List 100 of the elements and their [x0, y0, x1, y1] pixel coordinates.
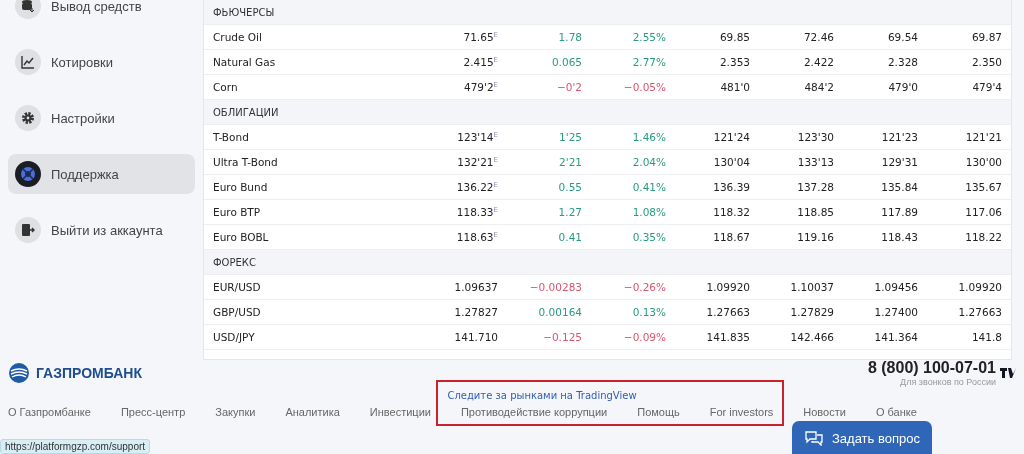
table-cell: 118.43 — [843, 224, 927, 250]
symbol-cell[interactable]: T-Bond — [204, 124, 423, 150]
footer-link[interactable]: О Газпромбанке — [8, 406, 91, 418]
table-cell: 479'2$^{E}$ — [423, 74, 507, 100]
phone-number[interactable]: 8 (800) 100-07-01 — [867, 359, 996, 376]
table-cell: 1.10037 — [759, 274, 843, 300]
section-header: ФЬЮЧЕРСЫ — [204, 0, 1011, 25]
table-cell: −0.125 — [507, 324, 591, 350]
footer-link[interactable]: Противодействие коррупции — [460, 406, 608, 418]
table-cell: 117.06 — [927, 199, 1011, 225]
symbol-cell[interactable]: Euro Bund — [204, 174, 423, 200]
sidebar-item[interactable]: Котировки — [8, 42, 195, 82]
symbol-cell[interactable]: Euro BOBL — [204, 224, 423, 250]
table-cell: 1.09920 — [675, 274, 759, 300]
table-cell: 69.54 — [843, 24, 927, 50]
table-cell: 117.89 — [843, 199, 927, 225]
table-cell: 1.27663 — [675, 299, 759, 325]
table-cell: 1.27400 — [843, 299, 927, 325]
table-cell: 119.16 — [759, 224, 843, 250]
table-cell: 118.22 — [927, 224, 1011, 250]
table-cell: 1'25 — [507, 124, 591, 150]
table-cell: 1.08% — [591, 199, 675, 225]
table-cell: 141.364 — [843, 324, 927, 350]
table-cell: 0.35% — [591, 224, 675, 250]
table-cell: 1.27827 — [423, 299, 507, 325]
symbol-cell[interactable]: Crude Oil — [204, 24, 423, 50]
table-cell: 141.710 — [423, 324, 507, 350]
footer-link[interactable]: Закупки — [215, 406, 256, 418]
table-cell: 2.422 — [759, 49, 843, 75]
symbol-cell[interactable]: Ultra T-Bond — [204, 149, 423, 175]
table-cell: −0.09% — [591, 324, 675, 350]
table-cell: 71.65$^{E}$ — [423, 24, 507, 50]
table-cell: 1.27829 — [759, 299, 843, 325]
table-cell: −0.00283 — [507, 274, 591, 300]
table-cell: 132'21$^{E}$ — [423, 149, 507, 175]
table-cell: −0.26% — [591, 274, 675, 300]
symbol-cell[interactable]: EUR/USD — [204, 274, 423, 300]
table-cell: −0'2 — [507, 74, 591, 100]
table-cell: 72.46 — [759, 24, 843, 50]
table-cell: 133'13 — [759, 149, 843, 175]
table-cell: 2.55% — [591, 24, 675, 50]
table-cell: 1.27 — [507, 199, 591, 225]
table-cell: 2.77% — [591, 49, 675, 75]
table-cell: −0.05% — [591, 74, 675, 100]
table-cell: 69.85 — [675, 24, 759, 50]
table-cell: 2.04% — [591, 149, 675, 175]
table-cell: 1.78 — [507, 24, 591, 50]
table-cell: 0.41 — [507, 224, 591, 250]
table-cell: 136.22$^{E}$ — [423, 174, 507, 200]
table-cell: 118.67 — [675, 224, 759, 250]
footer-link[interactable]: Новости — [803, 406, 846, 418]
table-cell: 484'2 — [759, 74, 843, 100]
table-cell: 1.09637 — [423, 274, 507, 300]
table-cell: 130'04 — [675, 149, 759, 175]
table-cell: 69.87 — [927, 24, 1011, 50]
footer-link[interactable]: О банке — [875, 406, 917, 418]
table-cell: 481'0 — [675, 74, 759, 100]
footer-link[interactable]: For investors — [709, 406, 774, 418]
table-cell: 2.328 — [843, 49, 927, 75]
table-cell: 121'21 — [927, 124, 1011, 150]
footer-link[interactable]: Аналитика — [285, 406, 340, 418]
table-cell: 135.84 — [843, 174, 927, 200]
table-cell: 0.00164 — [507, 299, 591, 325]
table-cell: 118.33$^{E}$ — [423, 199, 507, 225]
table-cell: 123'14$^{E}$ — [423, 124, 507, 150]
table-cell: 2.353 — [675, 49, 759, 75]
symbol-cell[interactable]: GBP/USD — [204, 299, 423, 325]
sidebar-item[interactable]: Поддержка — [8, 154, 195, 194]
sidebar-item[interactable]: Вывод средств — [8, 0, 195, 26]
table-cell: 121'23 — [843, 124, 927, 150]
table-cell: 1.09456 — [843, 274, 927, 300]
sidebar-item[interactable]: Выйти из аккаунта — [8, 210, 195, 250]
table-cell: 0.065 — [507, 49, 591, 75]
ask-question-button[interactable]: Задать вопрос — [792, 421, 932, 454]
table-cell: 130'00 — [927, 149, 1011, 175]
sidebar-item[interactable]: Настройки — [8, 98, 195, 138]
section-header: ФОРЕКС — [204, 249, 1011, 275]
symbol-cell[interactable]: Corn — [204, 74, 423, 100]
table-cell: 123'30 — [759, 124, 843, 150]
footer-link[interactable]: Пресс-центр — [120, 406, 186, 418]
symbol-cell[interactable]: USD/JPY — [204, 324, 423, 350]
table-cell: 136.39 — [675, 174, 759, 200]
footer-link[interactable]: Инвестиции — [369, 406, 431, 418]
tradingview-link[interactable]: Следите за рынками на TradingView — [447, 389, 637, 401]
table-cell: 2'21 — [507, 149, 591, 175]
table-cell: 137.28 — [759, 174, 843, 200]
symbol-cell[interactable]: Natural Gas — [204, 49, 423, 75]
bank-logo[interactable]: ГАЗПРОМБАНК — [8, 362, 142, 384]
table-cell: 1.46% — [591, 124, 675, 150]
table-cell: 1.27663 — [927, 299, 1011, 325]
table-cell: 2.350 — [927, 49, 1011, 75]
table-cell: 141.8 — [927, 324, 1011, 350]
table-cell: 118.85 — [759, 199, 843, 225]
table-cell: 0.55 — [507, 174, 591, 200]
table-cell: 0.13% — [591, 299, 675, 325]
table-cell: 121'24 — [675, 124, 759, 150]
symbol-cell[interactable]: Euro BTP — [204, 199, 423, 225]
table-cell: 479'4 — [927, 74, 1011, 100]
footer-link[interactable]: Помощь — [637, 406, 680, 418]
table-cell: 479'0 — [843, 74, 927, 100]
